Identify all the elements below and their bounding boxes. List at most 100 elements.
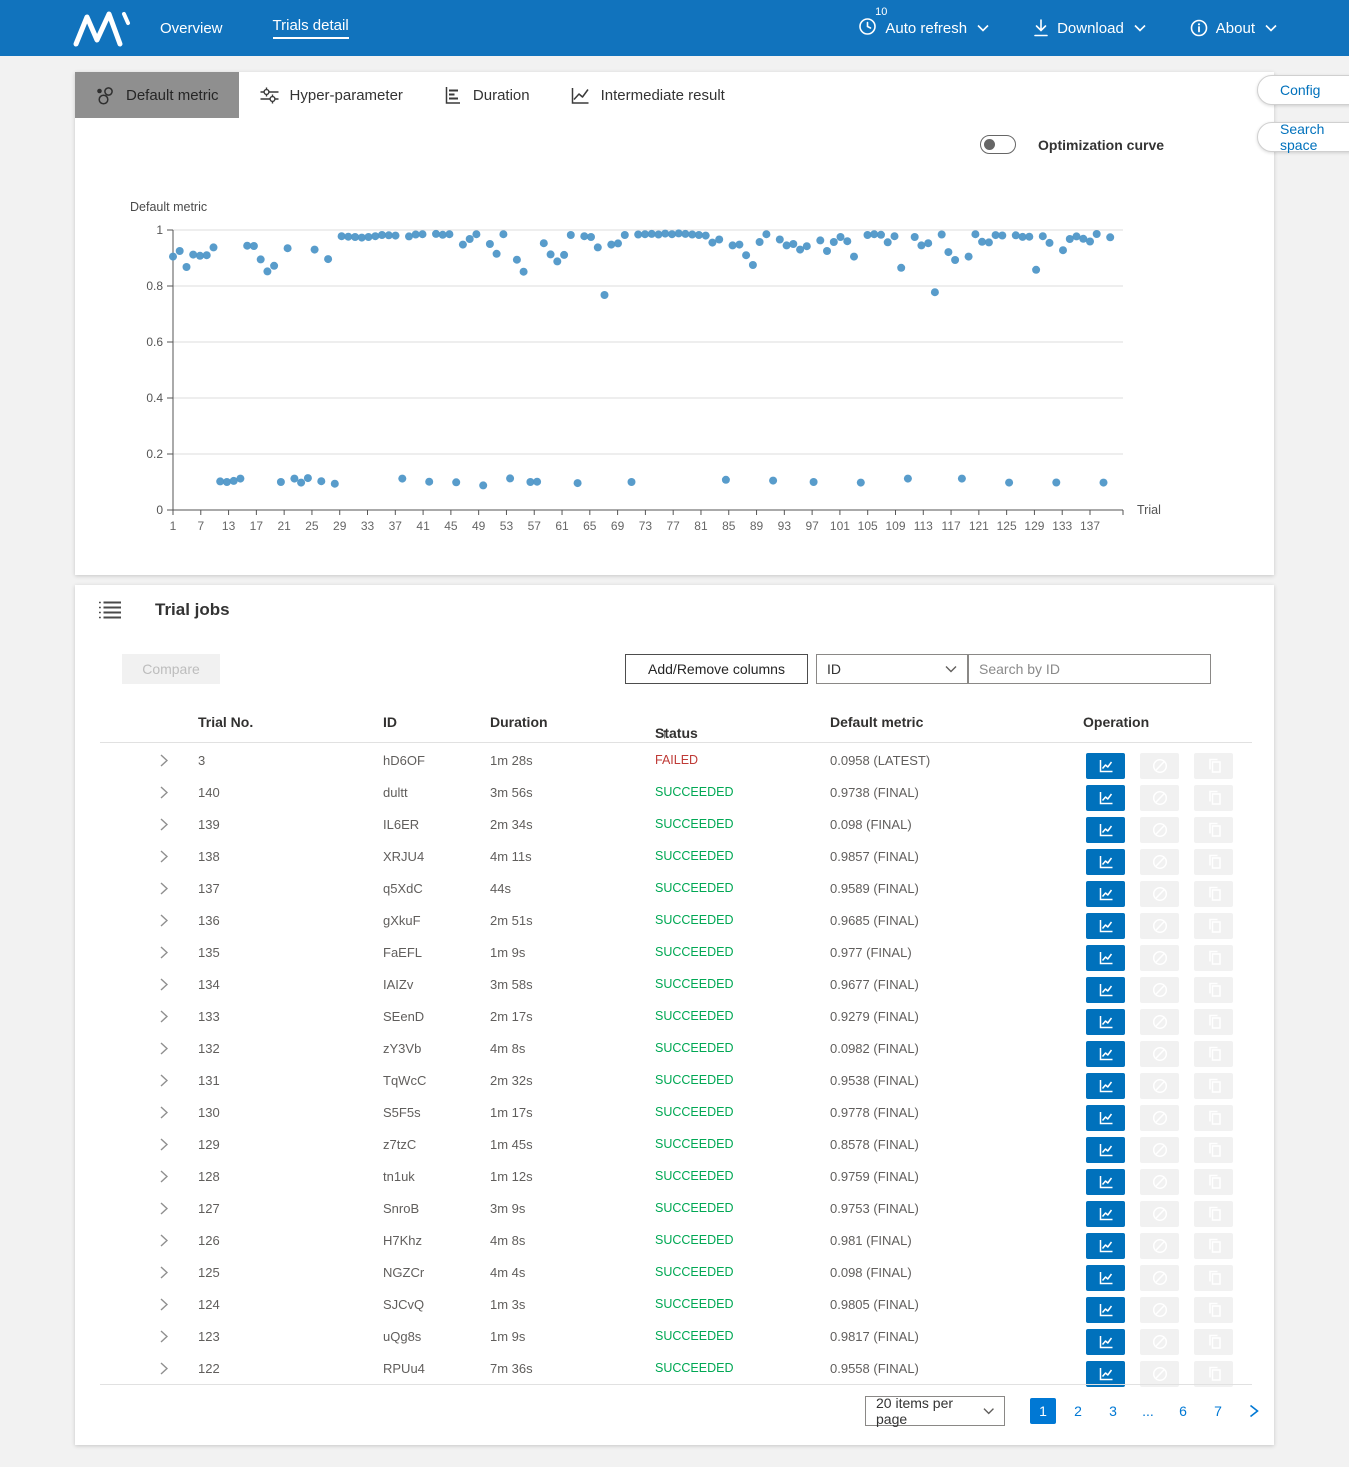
add-remove-columns-button[interactable]: Add/Remove columns <box>625 654 808 684</box>
scatter-point[interactable] <box>749 261 757 269</box>
scatter-point[interactable] <box>445 230 453 238</box>
scatter-point[interactable] <box>311 246 319 254</box>
scatter-point[interactable] <box>405 232 413 240</box>
scatter-point[interactable] <box>1012 231 1020 239</box>
scatter-point[interactable] <box>520 268 528 276</box>
nav-trials-detail[interactable]: Trials detail <box>273 17 349 39</box>
scatter-point[interactable] <box>891 232 899 240</box>
scatter-point[interactable] <box>634 231 642 239</box>
scatter-point[interactable] <box>250 242 258 250</box>
scatter-point[interactable] <box>628 478 636 486</box>
expand-row-icon[interactable] <box>160 1042 168 1058</box>
page-button-7[interactable]: 7 <box>1205 1398 1231 1424</box>
scatter-point[interactable] <box>695 231 703 239</box>
config-button[interactable]: Config <box>1257 75 1349 105</box>
scatter-point[interactable] <box>223 478 231 486</box>
default-metric-chart[interactable]: 10.80.60.40.2017131721252933374145495357… <box>75 72 1274 575</box>
scatter-point[interactable] <box>998 232 1006 240</box>
scatter-point[interactable] <box>452 478 460 486</box>
scatter-point[interactable] <box>540 239 548 247</box>
expand-row-icon[interactable] <box>160 818 168 834</box>
scatter-point[interactable] <box>776 236 784 244</box>
scatter-point[interactable] <box>621 231 629 239</box>
scatter-point[interactable] <box>938 231 946 239</box>
scatter-point[interactable] <box>210 243 218 251</box>
scatter-point[interactable] <box>486 240 494 248</box>
scatter-point[interactable] <box>857 479 865 487</box>
expand-row-icon[interactable] <box>160 978 168 994</box>
nav-overview[interactable]: Overview <box>160 20 223 37</box>
scatter-point[interactable] <box>176 247 184 255</box>
expand-row-icon[interactable] <box>160 1266 168 1282</box>
scatter-point[interactable] <box>257 255 265 263</box>
page-button-6[interactable]: 6 <box>1170 1398 1196 1424</box>
scatter-point[interactable] <box>810 478 818 486</box>
expand-row-icon[interactable] <box>160 1234 168 1250</box>
scatter-point[interactable] <box>951 256 959 264</box>
scatter-point[interactable] <box>297 479 305 487</box>
expand-row-icon[interactable] <box>160 786 168 802</box>
scatter-point[interactable] <box>897 264 905 272</box>
scatter-point[interactable] <box>1100 479 1108 487</box>
search-space-button[interactable]: Search space <box>1257 122 1349 152</box>
scatter-point[interactable] <box>392 232 400 240</box>
scatter-point[interactable] <box>971 230 979 238</box>
column-header-default-metric[interactable]: Default metric <box>830 714 923 730</box>
scatter-point[interactable] <box>735 241 743 249</box>
scatter-point[interactable] <box>466 235 474 243</box>
scatter-point[interactable] <box>412 231 420 239</box>
scatter-point[interactable] <box>1052 479 1060 487</box>
scatter-point[interactable] <box>917 241 925 249</box>
scatter-point[interactable] <box>472 230 480 238</box>
scatter-point[interactable] <box>965 253 973 261</box>
scatter-point[interactable] <box>756 238 764 246</box>
scatter-point[interactable] <box>715 236 723 244</box>
scatter-point[interactable] <box>877 231 885 239</box>
scatter-point[interactable] <box>742 251 750 259</box>
scatter-point[interactable] <box>419 230 427 238</box>
scatter-point[interactable] <box>607 241 615 249</box>
expand-row-icon[interactable] <box>160 914 168 930</box>
auto-refresh-menu[interactable]: 10 Auto refresh <box>858 17 989 40</box>
scatter-point[interactable] <box>331 480 339 488</box>
scatter-point[interactable] <box>648 230 656 238</box>
scatter-point[interactable] <box>1093 230 1101 238</box>
scatter-point[interactable] <box>493 250 501 258</box>
scatter-point[interactable] <box>1059 246 1067 254</box>
scatter-point[interactable] <box>533 478 541 486</box>
scatter-point[interactable] <box>189 251 197 259</box>
scatter-point[interactable] <box>803 242 811 250</box>
scatter-point[interactable] <box>560 251 568 259</box>
scatter-point[interactable] <box>816 236 824 244</box>
scatter-point[interactable] <box>398 475 406 483</box>
expand-row-icon[interactable] <box>160 1010 168 1026</box>
scatter-point[interactable] <box>924 239 932 247</box>
scatter-point[interactable] <box>850 253 858 261</box>
expand-row-icon[interactable] <box>160 754 168 770</box>
scatter-point[interactable] <box>513 256 521 264</box>
scatter-point[interactable] <box>317 477 325 485</box>
scatter-point[interactable] <box>1073 232 1081 240</box>
download-menu[interactable]: Download <box>1033 19 1146 37</box>
expand-row-icon[interactable] <box>160 1170 168 1186</box>
page-button-3[interactable]: 3 <box>1100 1398 1126 1424</box>
scatter-point[interactable] <box>459 241 467 249</box>
scatter-point[interactable] <box>985 238 993 246</box>
scatter-point[interactable] <box>702 232 710 240</box>
scatter-point[interactable] <box>1005 479 1013 487</box>
scatter-point[interactable] <box>783 241 791 249</box>
scatter-point[interactable] <box>479 481 487 489</box>
items-per-page-dropdown[interactable]: 20 items per page <box>865 1396 1005 1426</box>
scatter-point[interactable] <box>601 291 609 299</box>
expand-row-icon[interactable] <box>160 850 168 866</box>
expand-row-icon[interactable] <box>160 1362 168 1378</box>
scatter-point[interactable] <box>843 237 851 245</box>
expand-row-icon[interactable] <box>160 1106 168 1122</box>
expand-row-icon[interactable] <box>160 882 168 898</box>
scatter-point[interactable] <box>506 474 514 482</box>
scatter-point[interactable] <box>304 474 312 482</box>
about-menu[interactable]: About <box>1190 19 1277 37</box>
scatter-point[interactable] <box>344 233 352 241</box>
scatter-point[interactable] <box>432 230 440 238</box>
scatter-point[interactable] <box>830 238 838 246</box>
